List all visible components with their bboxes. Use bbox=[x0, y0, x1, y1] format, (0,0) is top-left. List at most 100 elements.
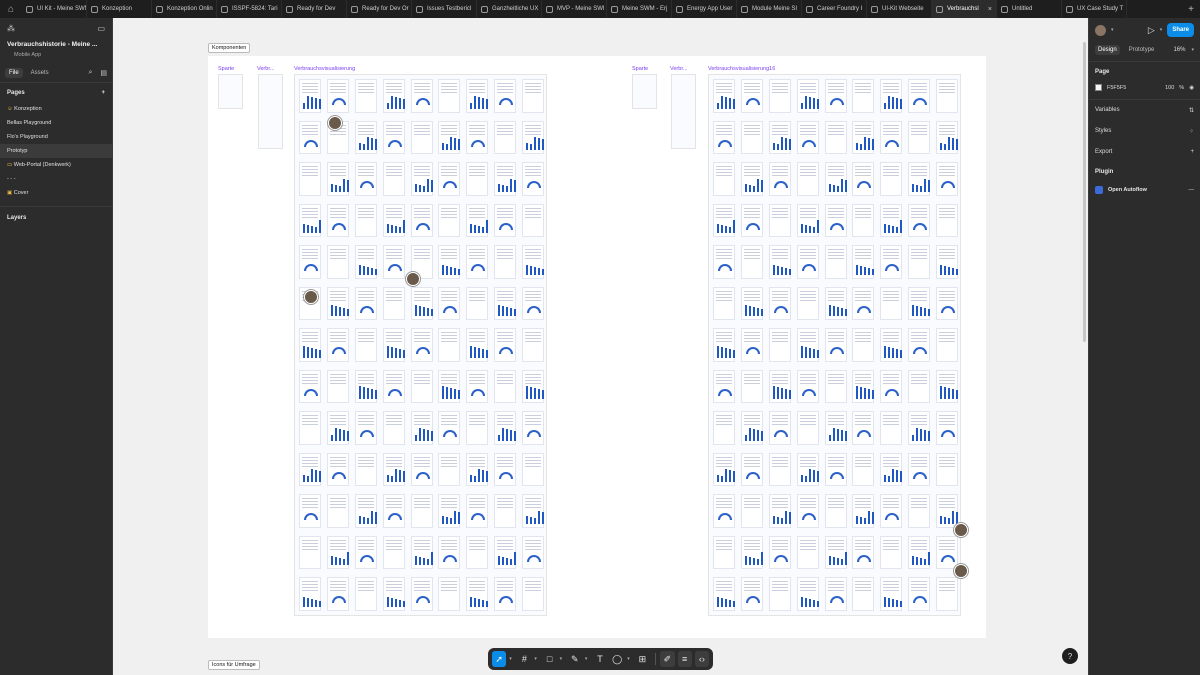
screen-thumbnail[interactable] bbox=[354, 535, 377, 570]
screen-thumbnail[interactable] bbox=[326, 328, 349, 362]
screen-thumbnail[interactable] bbox=[908, 245, 931, 279]
screen-thumbnail[interactable] bbox=[852, 369, 875, 404]
page-item[interactable]: Prototyp bbox=[0, 144, 112, 158]
screen-thumbnail[interactable] bbox=[522, 203, 545, 238]
screen-thumbnail[interactable] bbox=[494, 245, 517, 279]
verbrauchsvisualisierung-frame[interactable] bbox=[294, 74, 547, 616]
screen-thumbnail[interactable] bbox=[494, 328, 517, 362]
screen-thumbnail[interactable] bbox=[410, 328, 433, 362]
screen-thumbnail[interactable] bbox=[438, 120, 461, 155]
screen-thumbnail[interactable] bbox=[768, 411, 791, 445]
screen-thumbnail[interactable] bbox=[824, 577, 847, 611]
screen-thumbnail[interactable] bbox=[326, 286, 349, 321]
screen-thumbnail[interactable] bbox=[796, 120, 819, 155]
screen-thumbnail[interactable] bbox=[796, 369, 819, 404]
screen-thumbnail[interactable] bbox=[299, 120, 321, 155]
screen-thumbnail[interactable] bbox=[354, 286, 377, 321]
screen-thumbnail[interactable] bbox=[466, 162, 489, 196]
screen-thumbnail[interactable] bbox=[796, 286, 819, 321]
screen-thumbnail[interactable] bbox=[354, 369, 377, 404]
screen-thumbnail[interactable] bbox=[880, 79, 903, 113]
screen-thumbnail[interactable] bbox=[852, 203, 875, 238]
browser-tab[interactable]: Ready for Dev bbox=[282, 0, 347, 18]
page-item[interactable]: Flo's Playground bbox=[0, 130, 112, 144]
screen-thumbnail[interactable] bbox=[824, 286, 847, 321]
browser-tab[interactable]: Meine SWM - Erj bbox=[607, 0, 672, 18]
browser-tab[interactable]: Konzeption bbox=[87, 0, 152, 18]
variables-icon[interactable]: ⇅ bbox=[1189, 107, 1194, 114]
screen-thumbnail[interactable] bbox=[410, 494, 433, 528]
frame-label-komponenten[interactable]: Komponenten bbox=[208, 43, 251, 53]
screen-thumbnail[interactable] bbox=[354, 162, 377, 196]
screen-thumbnail[interactable] bbox=[466, 120, 489, 155]
sparte-frame[interactable] bbox=[218, 74, 243, 109]
screen-thumbnail[interactable] bbox=[824, 411, 847, 445]
screen-thumbnail[interactable] bbox=[880, 203, 903, 238]
screen-thumbnail[interactable] bbox=[852, 286, 875, 321]
toggle-sidebar-icon[interactable]: ▭ bbox=[97, 24, 105, 33]
screen-thumbnail[interactable] bbox=[354, 577, 377, 611]
screen-thumbnail[interactable] bbox=[438, 79, 461, 113]
screen-thumbnail[interactable] bbox=[326, 162, 349, 196]
screen-thumbnail[interactable] bbox=[466, 411, 489, 445]
screen-thumbnail[interactable] bbox=[908, 577, 931, 611]
screen-thumbnail[interactable] bbox=[522, 245, 545, 279]
eye-icon[interactable]: ◉ bbox=[1189, 85, 1194, 91]
screen-thumbnail[interactable] bbox=[522, 369, 545, 404]
screen-thumbnail[interactable] bbox=[299, 535, 321, 570]
screen-thumbnail[interactable] bbox=[494, 79, 517, 113]
page-item[interactable]: ☺ Konzeption bbox=[0, 102, 112, 116]
screen-thumbnail[interactable] bbox=[410, 162, 433, 196]
screen-thumbnail[interactable] bbox=[768, 535, 791, 570]
screen-thumbnail[interactable] bbox=[494, 286, 517, 321]
dev-mode-icon[interactable]: ‹› bbox=[694, 651, 709, 667]
screen-thumbnail[interactable] bbox=[740, 328, 763, 362]
screen-thumbnail[interactable] bbox=[354, 203, 377, 238]
screen-thumbnail[interactable] bbox=[522, 577, 545, 611]
library-icon[interactable]: ▤ bbox=[100, 69, 107, 77]
screen-thumbnail[interactable] bbox=[768, 452, 791, 487]
screen-thumbnail[interactable] bbox=[326, 369, 349, 404]
screen-thumbnail[interactable] bbox=[410, 535, 433, 570]
screen-thumbnail[interactable] bbox=[326, 245, 349, 279]
verbr-frame-2[interactable] bbox=[671, 74, 696, 149]
tab-prototype[interactable]: Prototype bbox=[1126, 45, 1158, 55]
close-icon[interactable]: × bbox=[988, 6, 992, 13]
browser-tab[interactable]: MVP - Meine SWI bbox=[542, 0, 607, 18]
browser-tab[interactable]: UI Kit - Meine SWM bbox=[22, 0, 87, 18]
screen-thumbnail[interactable] bbox=[410, 286, 433, 321]
sparte-frame-2[interactable] bbox=[632, 74, 657, 109]
screen-thumbnail[interactable] bbox=[852, 162, 875, 196]
screen-thumbnail[interactable] bbox=[768, 120, 791, 155]
new-tab-button[interactable]: + bbox=[1182, 0, 1200, 18]
screen-thumbnail[interactable] bbox=[354, 452, 377, 487]
screen-thumbnail[interactable] bbox=[852, 245, 875, 279]
zoom-level[interactable]: 16% bbox=[1173, 47, 1185, 53]
screen-thumbnail[interactable] bbox=[908, 120, 931, 155]
screen-thumbnail[interactable] bbox=[438, 369, 461, 404]
screen-thumbnail[interactable] bbox=[494, 369, 517, 404]
screen-thumbnail[interactable] bbox=[713, 120, 735, 155]
screen-thumbnail[interactable] bbox=[713, 162, 735, 196]
screen-thumbnail[interactable] bbox=[768, 577, 791, 611]
screen-thumbnail[interactable] bbox=[299, 79, 321, 113]
screen-thumbnail[interactable] bbox=[908, 535, 931, 570]
screen-thumbnail[interactable] bbox=[936, 369, 959, 404]
screen-thumbnail[interactable] bbox=[522, 328, 545, 362]
component-label-verbrauchsvisualisierung16[interactable]: Verbrauchsvisualisierung16 bbox=[708, 66, 775, 72]
component-label-verbrauchsvisualisierung[interactable]: Verbrauchsvisualisierung bbox=[294, 66, 355, 72]
screen-thumbnail[interactable] bbox=[796, 535, 819, 570]
screen-thumbnail[interactable] bbox=[740, 79, 763, 113]
file-title[interactable]: Verbrauchshistorie - Meine ... bbox=[0, 39, 112, 50]
chevron-down-icon[interactable]: ▾ bbox=[1191, 47, 1194, 53]
screen-thumbnail[interactable] bbox=[796, 452, 819, 487]
browser-tab[interactable]: Issues Testbericl bbox=[412, 0, 477, 18]
screen-thumbnail[interactable] bbox=[438, 245, 461, 279]
screen-thumbnail[interactable] bbox=[768, 494, 791, 528]
screen-thumbnail[interactable] bbox=[522, 120, 545, 155]
screen-thumbnail[interactable] bbox=[522, 79, 545, 113]
screen-thumbnail[interactable] bbox=[768, 79, 791, 113]
actions-tool-icon[interactable]: ⊞ bbox=[635, 651, 649, 667]
tab-assets[interactable]: Assets bbox=[27, 68, 53, 78]
chevron-down-icon[interactable]: ▾ bbox=[585, 656, 590, 662]
